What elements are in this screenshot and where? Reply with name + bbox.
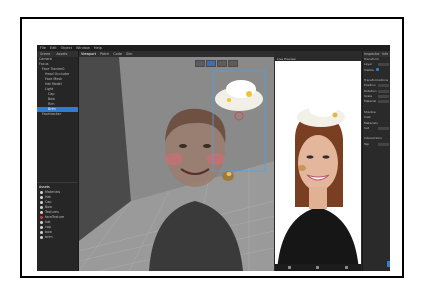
- preview-device-icon[interactable]: [345, 266, 349, 269]
- local-global-toggle[interactable]: [228, 60, 238, 67]
- asset-item[interactable]: brim: [37, 235, 78, 240]
- tab-assets[interactable]: Assets: [53, 51, 70, 57]
- inspector-properties: Transform Layer Visible Transformations Posi…: [363, 57, 390, 147]
- asset-label: cap: [45, 225, 51, 229]
- viewport-tabs: Viewport Patch Code Sim: [79, 51, 274, 57]
- inspector-field[interactable]: [378, 126, 389, 130]
- inspector-row-label: Layer: [364, 62, 373, 67]
- inspector-row-label: Transform: [364, 57, 379, 61]
- inspector-row-label: Rotation: [364, 88, 377, 93]
- preview-right-eye: [322, 155, 330, 159]
- inspector-panel: Inspector Info Transform Layer Visible Tran…: [362, 51, 390, 271]
- asset-icon: [40, 195, 43, 199]
- inspector-field[interactable]: [378, 89, 389, 93]
- viewport-scene: [79, 57, 274, 271]
- preview-cheek-decal: [298, 165, 306, 171]
- inspector-row-label: Cast: [364, 115, 371, 120]
- scale-tool-button[interactable]: [217, 60, 227, 67]
- viewport-tab[interactable]: Viewport: [81, 51, 96, 57]
- scene-tree: Camera Focus Face Tracker0 Head Occluder Fac…: [37, 57, 78, 117]
- asset-icon: [40, 210, 43, 214]
- live-preview-panel: Live Preview: [275, 57, 361, 271]
- inspector-row-label: Interactions: [364, 136, 382, 141]
- inspector-row-label: Materials: [364, 120, 378, 125]
- preview-shirt: [277, 207, 359, 271]
- viewport-tab[interactable]: Code: [113, 51, 122, 57]
- asset-icon: [40, 230, 43, 234]
- inspector-row-label: Tap: [364, 141, 370, 146]
- inspector-row-label: Transformations: [364, 78, 389, 83]
- inspector-row-label: Shadow: [364, 109, 376, 114]
- hair-clip-model[interactable]: [222, 171, 234, 181]
- ar-studio-window: File Edit Object Window Help Scene Asset…: [37, 45, 390, 271]
- 3d-viewport[interactable]: Viewport Patch Code Sim: [79, 51, 274, 271]
- preview-play-icon[interactable]: [287, 266, 291, 269]
- preview-restart-icon[interactable]: [316, 266, 320, 269]
- viewport-tab[interactable]: Patch: [100, 51, 109, 57]
- asset-icon: [40, 215, 43, 219]
- inspector-field[interactable]: [378, 142, 389, 146]
- asset-icon: [40, 220, 43, 224]
- move-tool-button[interactable]: [195, 60, 205, 67]
- inspector-field[interactable]: [378, 84, 389, 88]
- rotate-tool-button[interactable]: [206, 60, 216, 67]
- inspector-row-label: hat: [364, 125, 369, 130]
- asset-label: brim: [45, 235, 53, 239]
- asset-icon: [40, 205, 43, 209]
- asset-label: hat: [45, 220, 51, 224]
- asset-label: Materials: [45, 190, 61, 194]
- preview-left-eye: [306, 155, 314, 159]
- inspector-field[interactable]: [378, 63, 389, 67]
- asset-icon: [40, 225, 43, 229]
- inspector-row-label: Scale: [364, 94, 373, 99]
- asset-label: faceTexture: [45, 215, 65, 219]
- asset-icon: [40, 200, 43, 204]
- scene-tree-item[interactable]: Facetracker: [37, 112, 78, 117]
- inspector-row-label: Position: [364, 83, 376, 88]
- inspector-field[interactable]: [378, 95, 389, 99]
- preview-hat: [297, 101, 345, 127]
- inspector-row-label: Visible: [364, 67, 374, 72]
- visibility-toggle[interactable]: [375, 68, 379, 72]
- scroll-indicator[interactable]: [387, 261, 390, 267]
- asset-label: bow: [45, 230, 52, 234]
- viewport-toolbar: [195, 60, 238, 67]
- asset-label: Bow: [45, 205, 52, 209]
- preview-face: [298, 135, 338, 191]
- asset-icon: [40, 190, 43, 194]
- asset-label: Hat: [45, 195, 51, 199]
- assets-section: Assets Materials Hat Cap Bow Textures faceTex…: [37, 182, 78, 240]
- preview-render: [277, 101, 359, 271]
- inspector-field[interactable]: [378, 100, 389, 104]
- inspector-row-label: Material: [364, 99, 377, 104]
- assets-list: Materials Hat Cap Bow Textures faceTexture hat…: [37, 190, 78, 240]
- preview-neck: [309, 187, 327, 209]
- asset-label: Cap: [45, 200, 52, 204]
- viewport-tab[interactable]: Sim: [126, 51, 132, 57]
- preview-controls: [275, 264, 361, 271]
- scene-panel: Scene Assets Camera Focus Face Tracker0 Hea…: [37, 51, 79, 271]
- asset-icon: [40, 235, 43, 239]
- asset-label: Textures: [45, 210, 59, 214]
- inspector-row: Tap: [363, 142, 390, 147]
